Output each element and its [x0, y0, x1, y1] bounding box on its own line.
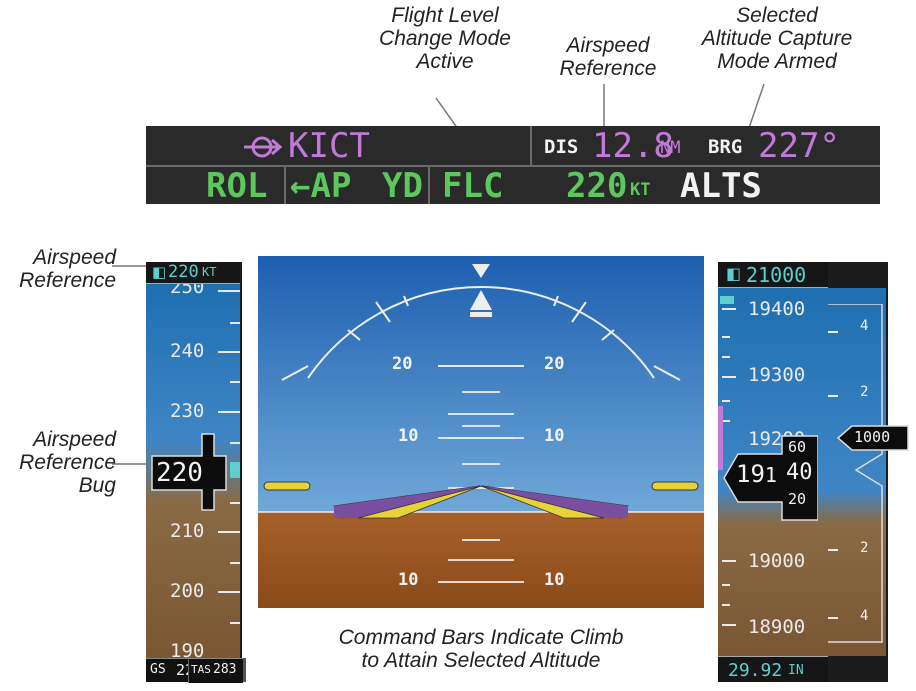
tas-value: 283 — [213, 662, 237, 677]
tick — [218, 290, 240, 292]
tick — [722, 336, 730, 338]
vertical-mode-flc: FLC — [442, 166, 504, 206]
lateral-mode-rol: ROL — [206, 166, 268, 206]
pitch-label: 10 — [544, 570, 565, 590]
altitude-label: 19400 — [748, 298, 806, 320]
brg-value: 227° — [758, 126, 840, 166]
airspeed-reference-bug — [230, 462, 240, 478]
attitude-indicator: 20 20 10 10 10 10 — [258, 256, 704, 608]
ap-status: ←AP — [290, 166, 351, 206]
pitch-label: 10 — [398, 426, 419, 446]
flc-reference-unit: KT — [630, 180, 651, 200]
airspeed-tape: ◧ 220 KT 250 240 230 210 200 190 220 GS … — [146, 262, 242, 682]
right-wing-bar — [651, 481, 699, 491]
tick — [722, 624, 736, 626]
altitude-label: 18900 — [748, 616, 806, 638]
tick — [230, 622, 240, 624]
vsi-label: 4 — [860, 318, 869, 334]
dis-label: DIS — [544, 136, 579, 158]
flc-reference-value: 220 — [566, 166, 628, 206]
airspeed-label: 200 — [170, 580, 205, 602]
airspeed-reference-unit: KT — [202, 265, 217, 279]
yd-status: YD — [382, 166, 423, 206]
attitude-display — [258, 256, 704, 608]
vertical-speed-scale — [828, 304, 883, 643]
altitude-label: 19000 — [748, 550, 806, 572]
divider — [284, 167, 286, 204]
ap-label: AP — [310, 166, 352, 206]
barometric-setting-box: 29.92 IN — [718, 656, 828, 682]
airspeed-label: 240 — [170, 340, 205, 362]
ap-arrow-icon: ← — [290, 166, 311, 206]
armed-mode-alts: ALTS — [680, 166, 762, 206]
tick — [218, 591, 240, 593]
tick — [722, 400, 730, 402]
vertical-speed-value: 1000 — [854, 428, 891, 446]
vsi-label: 4 — [860, 608, 869, 624]
tick — [722, 308, 736, 310]
tick — [230, 562, 240, 564]
tick — [722, 584, 730, 586]
tick — [230, 322, 240, 324]
selected-altitude-value: 21000 — [746, 263, 807, 287]
vsi-label: 2 — [860, 540, 869, 556]
pfd-status-bar: KICT DIS 12.8 NM BRG 227° ROL ←AP YD FLC… — [146, 126, 880, 206]
pitch-label: 20 — [392, 354, 413, 374]
tas-label: TAS — [191, 663, 211, 676]
altitude-thousands: 19 — [736, 460, 765, 488]
tick — [722, 604, 730, 606]
selected-altitude-bug — [720, 296, 734, 304]
tick — [722, 560, 736, 562]
divider — [428, 167, 430, 204]
tick — [218, 411, 240, 413]
tick — [722, 420, 730, 422]
pitch-label: 20 — [544, 354, 565, 374]
tick — [230, 381, 240, 383]
tick — [218, 531, 240, 533]
divider — [530, 126, 532, 166]
airspeed-reference-box: ◧ 220 KT — [146, 262, 240, 284]
altitude-bug-icon: ◧ — [726, 264, 742, 283]
altitude-label: 19300 — [748, 364, 806, 386]
altitude-hundreds: 1 — [764, 463, 777, 487]
dis-unit: NM — [660, 138, 681, 158]
destination-waypoint: KICT — [288, 126, 370, 166]
altitude-roll-lower: 20 — [788, 490, 807, 508]
slip-skid-bar — [470, 312, 492, 317]
selected-altitude-box: ◧ 21000 — [718, 262, 828, 288]
pitch-label: 10 — [398, 570, 419, 590]
vsi-label: 2 — [860, 384, 869, 400]
baro-unit: IN — [788, 663, 804, 678]
airspeed-label: 250 — [170, 284, 205, 298]
baro-value: 29.92 — [728, 660, 783, 681]
airspeed-label: 230 — [170, 400, 205, 422]
pitch-label: 10 — [544, 426, 565, 446]
gs-label: GS — [150, 662, 166, 677]
tas-unit: KT — [229, 675, 231, 676]
current-airspeed: 220 — [156, 458, 203, 488]
airspeed-label: 210 — [170, 520, 205, 542]
airspeed-label: 190 — [170, 640, 205, 659]
brg-label: BRG — [708, 136, 743, 158]
tick — [722, 376, 736, 378]
altitude-roll-upper: 60 — [788, 438, 807, 456]
tick — [722, 356, 730, 358]
left-wing-bar — [263, 481, 311, 491]
altitude-roll-current: 40 — [786, 460, 813, 485]
bug-icon: ◧ — [152, 263, 167, 281]
current-altitude-thousands: 191 — [736, 460, 777, 488]
true-airspeed-box: TAS 283 KT — [188, 658, 243, 683]
airspeed-reference-value: 220 — [168, 262, 199, 282]
tick — [218, 351, 240, 353]
direct-to-arrow-icon — [244, 136, 283, 158]
